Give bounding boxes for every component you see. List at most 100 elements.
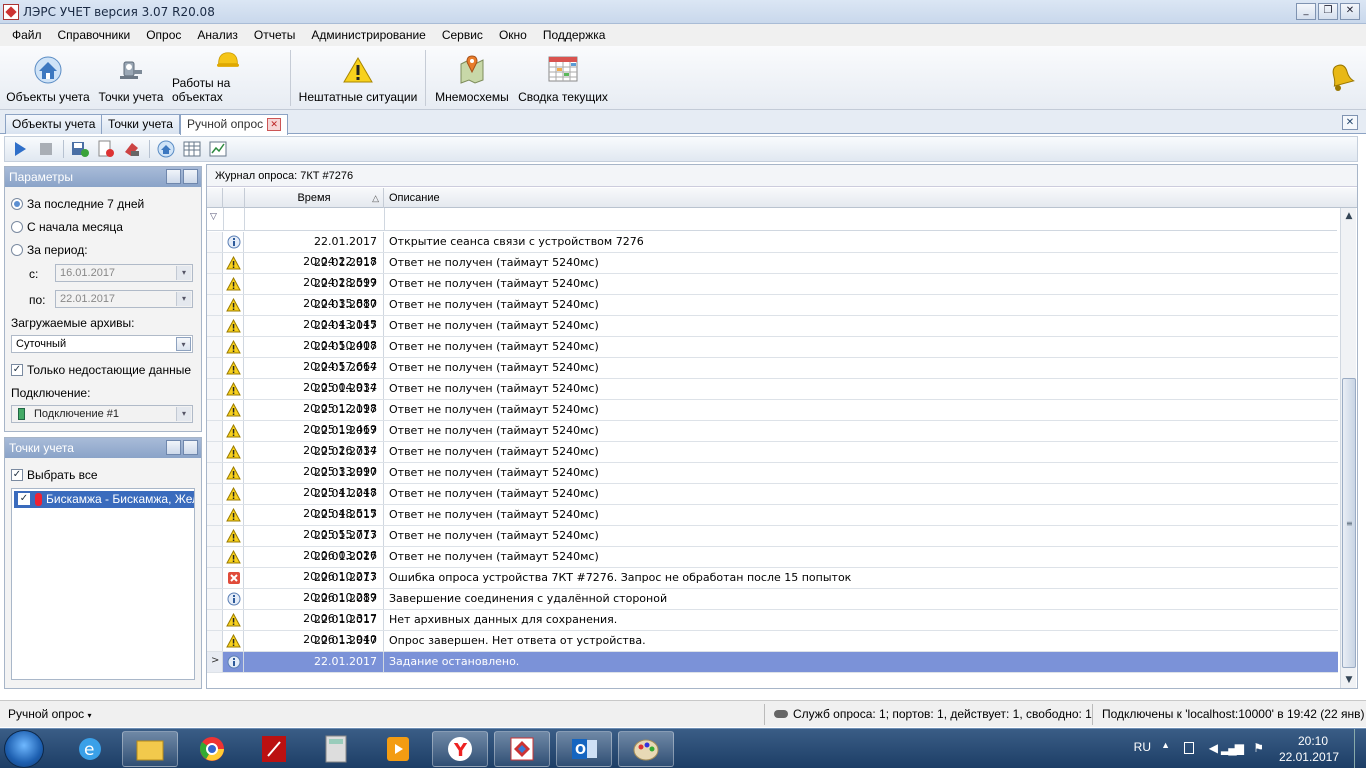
tab-points[interactable]: Точки учета: [101, 114, 180, 134]
menu-file[interactable]: Файл: [4, 28, 50, 42]
period-radio[interactable]: За период:: [11, 243, 88, 257]
tab-manual-poll[interactable]: Ручной опрос ✕: [180, 114, 289, 135]
row-indicator[interactable]: [207, 547, 223, 567]
chrome-taskbar-icon[interactable]: [184, 731, 240, 767]
bell-icon[interactable]: [1326, 60, 1356, 95]
row-indicator[interactable]: [207, 358, 223, 378]
row-indicator[interactable]: [207, 442, 223, 462]
log-row[interactable]: 22.01.2017 20:05:33.990 Ответ не получен …: [207, 442, 1338, 478]
row-indicator[interactable]: [207, 400, 223, 420]
clock-date[interactable]: 22.01.2017: [1279, 750, 1339, 764]
row-indicator[interactable]: [207, 379, 223, 399]
row-indicator[interactable]: [207, 631, 223, 651]
menu-reports[interactable]: Отчеты: [246, 28, 303, 42]
row-indicator[interactable]: [207, 337, 223, 357]
select-all-checkbox[interactable]: ✓ Выбрать все: [11, 468, 98, 482]
desc-column-header[interactable]: Описание: [389, 188, 440, 208]
calculator-taskbar-icon[interactable]: [308, 731, 364, 767]
row-indicator[interactable]: [207, 463, 223, 483]
log-row[interactable]: 22.01.2017 20:04:28.599 Ответ не получен …: [207, 253, 1338, 289]
clock-time[interactable]: 20:10: [1298, 734, 1328, 748]
menu-analysis[interactable]: Анализ: [189, 28, 246, 42]
object-card-button[interactable]: [155, 138, 177, 160]
only-missing-checkbox[interactable]: ✓ Только недостающие данные: [11, 363, 191, 377]
filter-row[interactable]: ▽: [207, 208, 1337, 231]
log-row[interactable]: 22.01.2017 20:05:55.773 Ответ не получен …: [207, 505, 1338, 541]
point-item[interactable]: ✓ Бискамжа - Бискамжа, Железнодорожная: [14, 491, 194, 508]
log-row[interactable]: 22.01.2017 20:06:03.026 Ответ не получен …: [207, 526, 1338, 562]
log-row[interactable]: 22.01.2017 20:05:19.469 Ответ не получен …: [207, 400, 1338, 436]
scroll-up-icon[interactable]: ▲: [1341, 208, 1357, 224]
ie-taskbar-icon[interactable]: e: [62, 731, 118, 767]
row-indicator[interactable]: [207, 610, 223, 630]
emergencies-button[interactable]: Нештатные ситуации: [297, 48, 419, 108]
summary-button[interactable]: Сводка текущих: [517, 48, 609, 108]
network-signal-icon[interactable]: ▂▄▆: [1221, 741, 1244, 755]
media-taskbar-icon[interactable]: [370, 731, 426, 767]
save-add-button[interactable]: [69, 138, 91, 160]
row-indicator[interactable]: [207, 484, 223, 504]
archives-select[interactable]: Суточный ▾: [11, 335, 193, 353]
log-row[interactable]: 22.01.2017 20:06:10.273 Ответ не получен …: [207, 547, 1338, 583]
points-button[interactable]: Точки учета: [96, 48, 166, 108]
data-table-button[interactable]: [181, 138, 203, 160]
mnemo-button[interactable]: Мнемосхемы: [432, 48, 512, 108]
tab-objects[interactable]: Объекты учета: [5, 114, 103, 134]
log-row[interactable]: 22.01.2017 20:04:22.918 Открытие сеанса с…: [207, 232, 1338, 268]
usb-device-icon[interactable]: [1184, 742, 1194, 754]
menu-support[interactable]: Поддержка: [535, 28, 614, 42]
close-window-button[interactable]: ✕: [1340, 3, 1360, 20]
flag-icon[interactable]: ⚑: [1253, 741, 1264, 755]
log-row[interactable]: >22.01.2017 20:06:14.550 Задание остановл…: [207, 652, 1338, 688]
clear-button[interactable]: [121, 138, 143, 160]
yandex-taskbar-icon[interactable]: Y: [432, 731, 488, 767]
minimize-button[interactable]: _: [1296, 3, 1316, 20]
log-row[interactable]: 22.01.2017 20:05:12.198 Ответ не получен …: [207, 379, 1338, 415]
log-row[interactable]: 22.01.2017 20:06:13.940 Нет архивных данн…: [207, 610, 1338, 646]
paint-taskbar-icon[interactable]: [618, 731, 674, 767]
tray-expand-icon[interactable]: ▲: [1161, 740, 1170, 750]
log-row[interactable]: 22.01.2017 20:04:35.880 Ответ не получен …: [207, 274, 1338, 310]
works-button[interactable]: Работы на объектах: [172, 48, 284, 108]
to-date-field[interactable]: 22.01.2017 ▾: [55, 290, 193, 308]
show-desktop-button[interactable]: [1354, 729, 1366, 768]
panel-pin-button[interactable]: [183, 440, 198, 455]
objects-button[interactable]: Объекты учета: [6, 48, 90, 108]
maximize-button[interactable]: ❐: [1318, 3, 1338, 20]
panel-restore-button[interactable]: [166, 440, 181, 455]
outlook-taskbar-icon[interactable]: O: [556, 731, 612, 767]
row-indicator[interactable]: [207, 589, 223, 609]
chevron-down-icon[interactable]: ▾: [176, 292, 191, 306]
month-radio[interactable]: С начала месяца: [11, 220, 123, 234]
filter-icon[interactable]: ▽: [210, 212, 217, 222]
row-indicator[interactable]: [207, 253, 223, 273]
log-row[interactable]: 22.01.2017 20:06:10.289 Ошибка опроса уст…: [207, 568, 1338, 604]
type-header[interactable]: [224, 188, 245, 208]
menu-window[interactable]: Окно: [491, 28, 535, 42]
pdf-taskbar-icon[interactable]: [246, 731, 302, 767]
row-indicator[interactable]: [207, 316, 223, 336]
log-row[interactable]: 22.01.2017 20:04:57.664 Ответ не получен …: [207, 337, 1338, 373]
row-indicator[interactable]: [207, 274, 223, 294]
scroll-down-icon[interactable]: ▼: [1341, 672, 1357, 688]
chart-button[interactable]: [207, 138, 229, 160]
log-row[interactable]: 22.01.2017 20:05:48.515 Ответ не получен …: [207, 484, 1338, 520]
log-row[interactable]: 22.01.2017 20:04:50.408 Ответ не получен …: [207, 316, 1338, 352]
menu-poll[interactable]: Опрос: [138, 28, 189, 42]
last7-radio[interactable]: За последние 7 дней: [11, 197, 144, 211]
lers-taskbar-icon[interactable]: [494, 731, 550, 767]
row-indicator[interactable]: [207, 295, 223, 315]
time-column-header[interactable]: Время △: [245, 188, 384, 208]
close-tab-icon[interactable]: ✕: [267, 118, 282, 132]
log-row[interactable]: 22.01.2017 20:05:26.734 Ответ не получен …: [207, 421, 1338, 457]
log-row[interactable]: 22.01.2017 20:06:10.317 Завершение соедин…: [207, 589, 1338, 625]
row-indicator[interactable]: [207, 421, 223, 441]
log-row[interactable]: 22.01.2017 20:06:14.184 Опрос завершен. Н…: [207, 631, 1338, 667]
log-row[interactable]: 22.01.2017 20:05:04.934 Ответ не получен …: [207, 358, 1338, 394]
vertical-scrollbar[interactable]: ▲ ≡ ▼: [1340, 208, 1356, 688]
mode-dropdown[interactable]: Ручной опрос ▾: [8, 701, 91, 728]
row-indicator[interactable]: [207, 568, 223, 588]
start-button[interactable]: [4, 730, 44, 768]
menu-references[interactable]: Справочники: [50, 28, 139, 42]
panel-pin-button[interactable]: [183, 169, 198, 184]
